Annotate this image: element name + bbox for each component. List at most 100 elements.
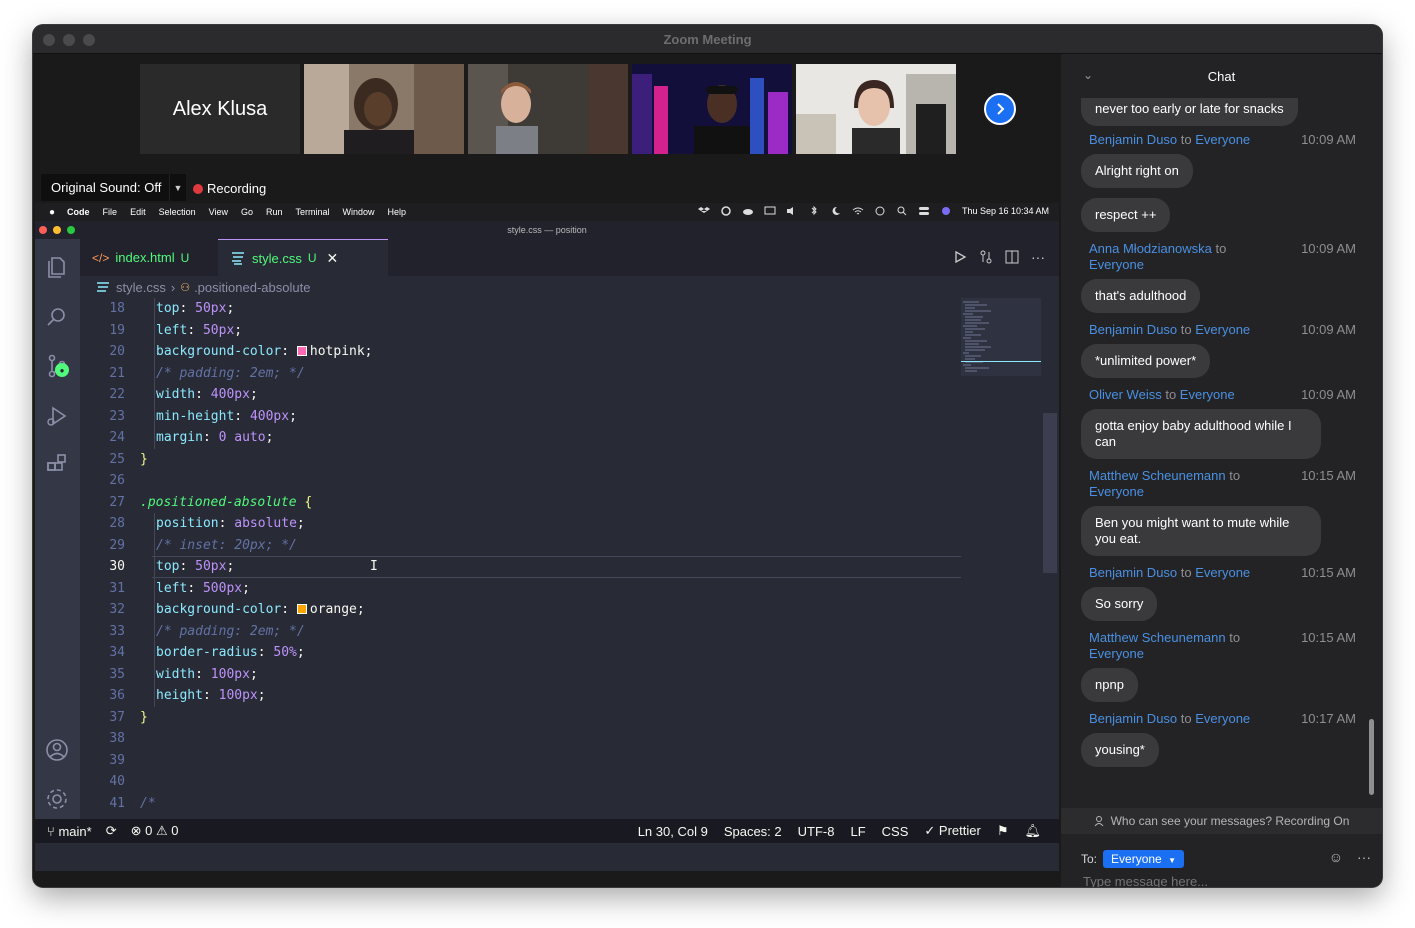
code-line[interactable]: 29 /* inset: 20px; */ — [80, 535, 961, 557]
participant-tile-name[interactable]: Alex Klusa — [140, 64, 300, 154]
code-line[interactable]: 34 border-radius: 50%; — [80, 642, 961, 664]
recipient-select[interactable]: Everyone ▼ — [1103, 850, 1184, 868]
message-input[interactable] — [1083, 874, 1363, 887]
message-sender[interactable]: Matthew Scheunemann — [1089, 630, 1226, 645]
message-bubble[interactable]: gotta enjoy baby adulthood while I can — [1081, 409, 1321, 459]
code-line[interactable]: 35 width: 100px; — [80, 664, 961, 686]
search-icon[interactable] — [43, 303, 71, 331]
code-line[interactable]: 24 margin: 0 auto; — [80, 427, 961, 449]
breadcrumb-symbol[interactable]: .positioned-absolute — [194, 280, 310, 295]
line-ending[interactable]: LF — [850, 824, 865, 839]
menu-go[interactable]: Go — [241, 207, 253, 217]
code-line[interactable]: 31 left: 500px; — [80, 578, 961, 600]
vscode-close-button[interactable] — [39, 226, 47, 234]
code-line[interactable]: 28 position: absolute; — [80, 513, 961, 535]
code-line[interactable]: 38 — [80, 728, 961, 750]
indentation[interactable]: Spaces: 2 — [724, 824, 782, 839]
message-sender[interactable]: Matthew Scheunemann — [1089, 468, 1226, 483]
message-sender[interactable]: Benjamin Duso — [1089, 132, 1177, 147]
run-debug-icon[interactable] — [43, 402, 71, 430]
code-line[interactable]: 23 min-height: 400px; — [80, 406, 961, 428]
live-share-icon[interactable]: ⚑ — [997, 823, 1009, 839]
code-line[interactable]: 25} — [80, 449, 961, 471]
code-line[interactable]: 19 left: 50px; — [80, 320, 961, 342]
dropbox-icon[interactable] — [697, 206, 710, 216]
gear-icon[interactable] — [43, 785, 71, 813]
menu-window[interactable]: Window — [343, 207, 375, 217]
prettier-status[interactable]: ✓ Prettier — [924, 823, 980, 839]
bluetooth-icon[interactable] — [808, 206, 820, 216]
run-icon[interactable] — [953, 250, 967, 264]
message-bubble[interactable]: npnp — [1081, 668, 1138, 702]
participant-video-2[interactable] — [468, 64, 628, 154]
menu-terminal[interactable]: Terminal — [296, 207, 330, 217]
more-actions-icon[interactable]: ··· — [1031, 249, 1045, 265]
participant-video-4[interactable] — [796, 64, 956, 154]
chat-messages[interactable]: never too early or late for snacks Benjam… — [1061, 98, 1366, 808]
menu-run[interactable]: Run — [266, 207, 283, 217]
code-line[interactable]: 32 background-color: orange; — [80, 599, 961, 621]
code-line[interactable]: 27 .positioned-absolute { — [80, 492, 961, 514]
compare-changes-icon[interactable] — [979, 250, 993, 264]
apple-icon[interactable]: ● — [49, 207, 55, 218]
original-sound-toggle[interactable]: Original Sound: Off ▼ — [41, 174, 186, 201]
more-icon[interactable]: ··· — [1357, 849, 1371, 865]
cloud-icon[interactable] — [742, 206, 754, 216]
code-line[interactable]: 33 /* padding: 2em; */ — [80, 621, 961, 643]
wifi-icon[interactable] — [852, 206, 864, 216]
message-bubble[interactable]: never too early or late for snacks — [1081, 98, 1298, 126]
cursor-position[interactable]: Ln 30, Col 9 — [638, 824, 708, 839]
creative-cloud-icon[interactable] — [720, 206, 732, 216]
volume-icon[interactable] — [786, 206, 798, 216]
code-line[interactable]: 30 top: 50px; I — [80, 556, 961, 578]
extensions-icon[interactable] — [43, 451, 71, 479]
code-line[interactable]: 18 top: 50px; — [80, 298, 961, 320]
code-line[interactable]: 40 — [80, 771, 961, 793]
editor-scrollbar[interactable] — [1043, 413, 1057, 573]
menu-code[interactable]: Code — [67, 207, 90, 217]
vscode-zoom-button[interactable] — [67, 226, 75, 234]
tab-style-css[interactable]: style.css U ✕ — [218, 239, 388, 276]
code-line[interactable]: 22 width: 400px; — [80, 384, 961, 406]
message-bubble[interactable]: Ben you might want to mute while you eat… — [1081, 506, 1321, 556]
code-line[interactable]: 41 /* — [80, 793, 961, 815]
user-circle-icon[interactable] — [874, 206, 886, 216]
branch-indicator[interactable]: ⑂ main* — [47, 824, 92, 839]
menu-file[interactable]: File — [103, 207, 118, 217]
code-line[interactable]: 20 background-color: hotpink; — [80, 341, 961, 363]
message-bubble[interactable]: respect ++ — [1081, 198, 1171, 232]
sync-icon[interactable]: ⟳ — [106, 823, 117, 839]
vscode-minimize-button[interactable] — [53, 226, 61, 234]
breadcrumb-file[interactable]: style.css — [116, 280, 166, 295]
message-sender[interactable]: Oliver Weiss — [1089, 387, 1162, 402]
display-icon[interactable] — [764, 206, 776, 216]
tab-index-html[interactable]: </> index.html U — [80, 239, 218, 276]
code-line[interactable]: 36 height: 100px; — [80, 685, 961, 707]
privacy-notice[interactable]: Who can see your messages? Recording On — [1061, 808, 1382, 834]
message-bubble[interactable]: that's adulthood — [1081, 279, 1201, 313]
message-sender[interactable]: Benjamin Duso — [1089, 711, 1177, 726]
moon-icon[interactable] — [830, 206, 842, 216]
siri-icon[interactable] — [940, 206, 952, 216]
split-editor-icon[interactable] — [1005, 250, 1019, 264]
next-page-button[interactable] — [984, 93, 1016, 125]
message-bubble[interactable]: Alright right on — [1081, 154, 1193, 188]
menu-selection[interactable]: Selection — [159, 207, 196, 217]
language-mode[interactable]: CSS — [882, 824, 909, 839]
explorer-icon[interactable] — [43, 253, 71, 281]
message-bubble[interactable]: *unlimited power* — [1081, 344, 1211, 378]
menu-view[interactable]: View — [209, 207, 228, 217]
message-sender[interactable]: Benjamin Duso — [1089, 565, 1177, 580]
account-icon[interactable] — [43, 736, 71, 764]
message-sender[interactable]: Anna Młodzianowska — [1089, 241, 1212, 256]
code-editor[interactable]: 18 top: 50px; 19 left: 50px; 20 background-co… — [80, 298, 961, 819]
code-line[interactable]: 37} — [80, 707, 961, 729]
color-swatch[interactable] — [296, 346, 307, 356]
message-bubble[interactable]: So sorry — [1081, 587, 1158, 621]
close-tab-icon[interactable]: ✕ — [327, 250, 339, 267]
participant-video-1[interactable] — [304, 64, 464, 154]
color-swatch[interactable] — [296, 604, 307, 614]
menu-help[interactable]: Help — [388, 207, 407, 217]
participant-video-3[interactable] — [632, 64, 792, 154]
message-sender[interactable]: Benjamin Duso — [1089, 322, 1177, 337]
